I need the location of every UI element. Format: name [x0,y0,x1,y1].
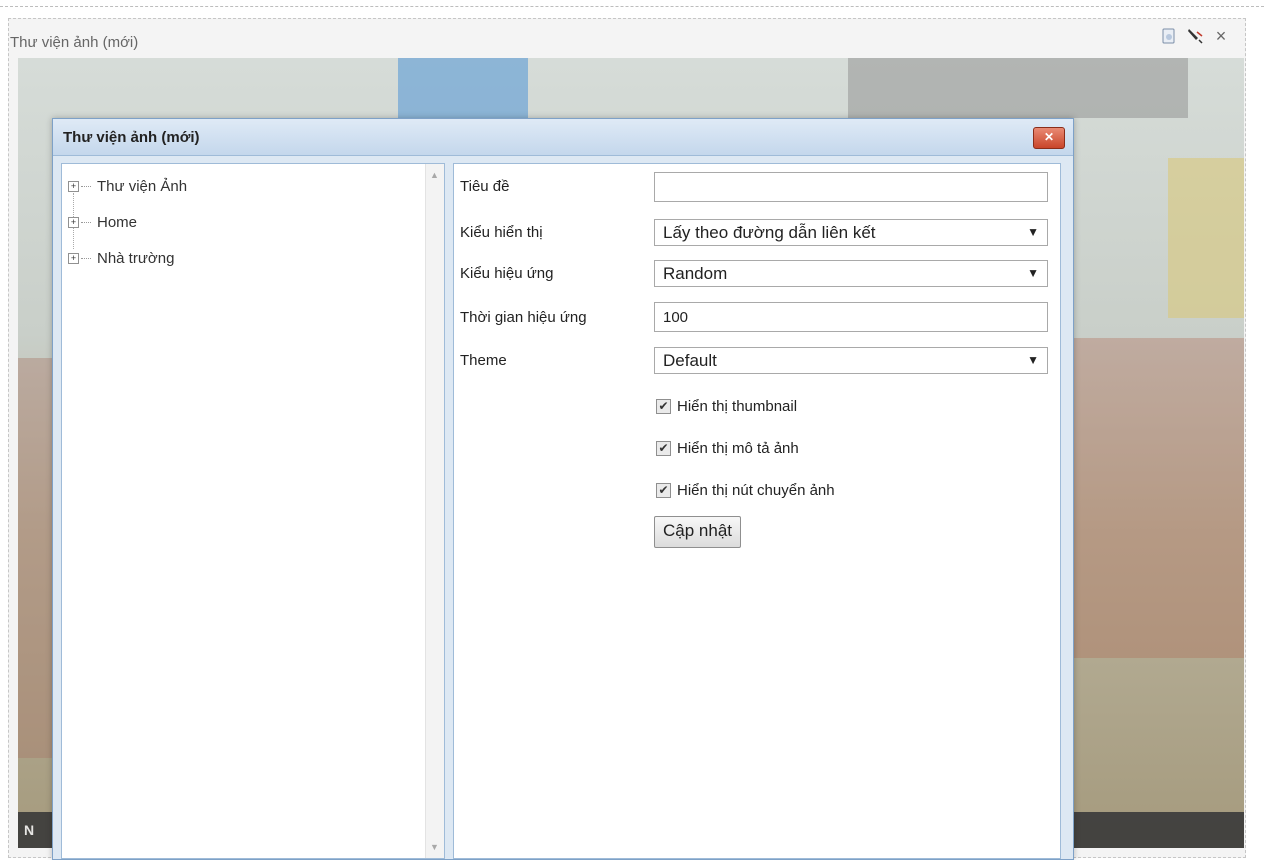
dialog-header: Thư viện ảnh (mới) ✕ [53,119,1073,156]
effect-type-value: Random [663,264,728,283]
tree-item-label: Thư viện Ảnh [97,177,188,195]
top-divider [0,6,1264,7]
effect-type-label: Kiểu hiệu ứng [460,265,554,282]
gallery-dialog: Thư viện ảnh (mới) ✕ + Thư viện Ảnh + Ho… [52,118,1074,860]
expand-icon[interactable]: + [68,180,79,192]
checkbox-label: Hiển thị thumbnail [677,398,798,415]
caption-text: N [24,822,35,838]
tree-item-nha-truong[interactable]: + Nhà trường [68,249,174,267]
expand-icon[interactable]: + [68,252,79,264]
effect-type-select[interactable]: Random ▼ [654,260,1048,287]
title-input[interactable] [654,172,1048,202]
edit-icon[interactable] [1186,27,1204,45]
checkbox-label: Hiển thị mô tả ảnh [677,440,799,457]
show-nav-buttons-checkbox[interactable]: ✔ Hiển thị nút chuyển ảnh [656,482,835,499]
tree-item-thu-vien-anh[interactable]: + Thư viện Ảnh [68,177,187,195]
dialog-title: Thư viện ảnh (mới) [63,129,200,146]
photo-children [1068,338,1244,658]
dropdown-arrow-icon: ▼ [1027,225,1039,239]
effect-duration-label: Thời gian hiệu ứng [460,309,587,326]
title-label: Tiêu đề [460,178,510,195]
checkbox-check-icon[interactable]: ✔ [656,441,671,456]
tree-item-label: Home [97,213,138,231]
show-thumbnail-checkbox[interactable]: ✔ Hiển thị thumbnail [656,398,797,415]
tree-item-home[interactable]: + Home [68,213,137,231]
expand-icon[interactable]: + [68,216,79,228]
tree-scrollbar[interactable]: ▲ ▼ [425,164,444,858]
theme-select[interactable]: Default ▼ [654,347,1048,374]
page-icon[interactable] [1160,27,1178,45]
dropdown-arrow-icon: ▼ [1027,266,1039,280]
theme-label: Theme [460,352,507,369]
folder-tree: + Thư viện Ảnh + Home + Nhà trường ▲ ▼ [61,163,445,859]
scroll-up-icon[interactable]: ▲ [430,170,439,180]
dialog-close-button[interactable]: ✕ [1033,127,1065,149]
photo-board [1168,158,1244,318]
dropdown-arrow-icon: ▼ [1027,353,1039,367]
photo-awning [848,58,1188,118]
settings-form: Tiêu đề Kiểu hiển thị Lấy theo đường dẫn… [453,163,1061,859]
checkbox-check-icon[interactable]: ✔ [656,483,671,498]
photo-poster [398,58,528,118]
show-description-checkbox[interactable]: ✔ Hiển thị mô tả ảnh [656,440,799,457]
display-type-select[interactable]: Lấy theo đường dẫn liên kết ▼ [654,219,1048,246]
display-type-label: Kiểu hiển thị [460,224,543,241]
close-icon[interactable]: × [1212,26,1230,46]
widget-title: Thư viện ảnh (mới) [10,34,139,51]
effect-duration-input[interactable] [654,302,1048,332]
widget-toolbar: × [1160,26,1230,46]
update-button[interactable]: Cập nhật [654,516,741,548]
theme-value: Default [663,351,717,370]
scroll-down-icon[interactable]: ▼ [430,842,439,852]
checkbox-label: Hiển thị nút chuyển ảnh [677,482,835,499]
tree-item-label: Nhà trường [97,249,175,267]
checkbox-check-icon[interactable]: ✔ [656,399,671,414]
display-type-value: Lấy theo đường dẫn liên kết [663,223,876,242]
